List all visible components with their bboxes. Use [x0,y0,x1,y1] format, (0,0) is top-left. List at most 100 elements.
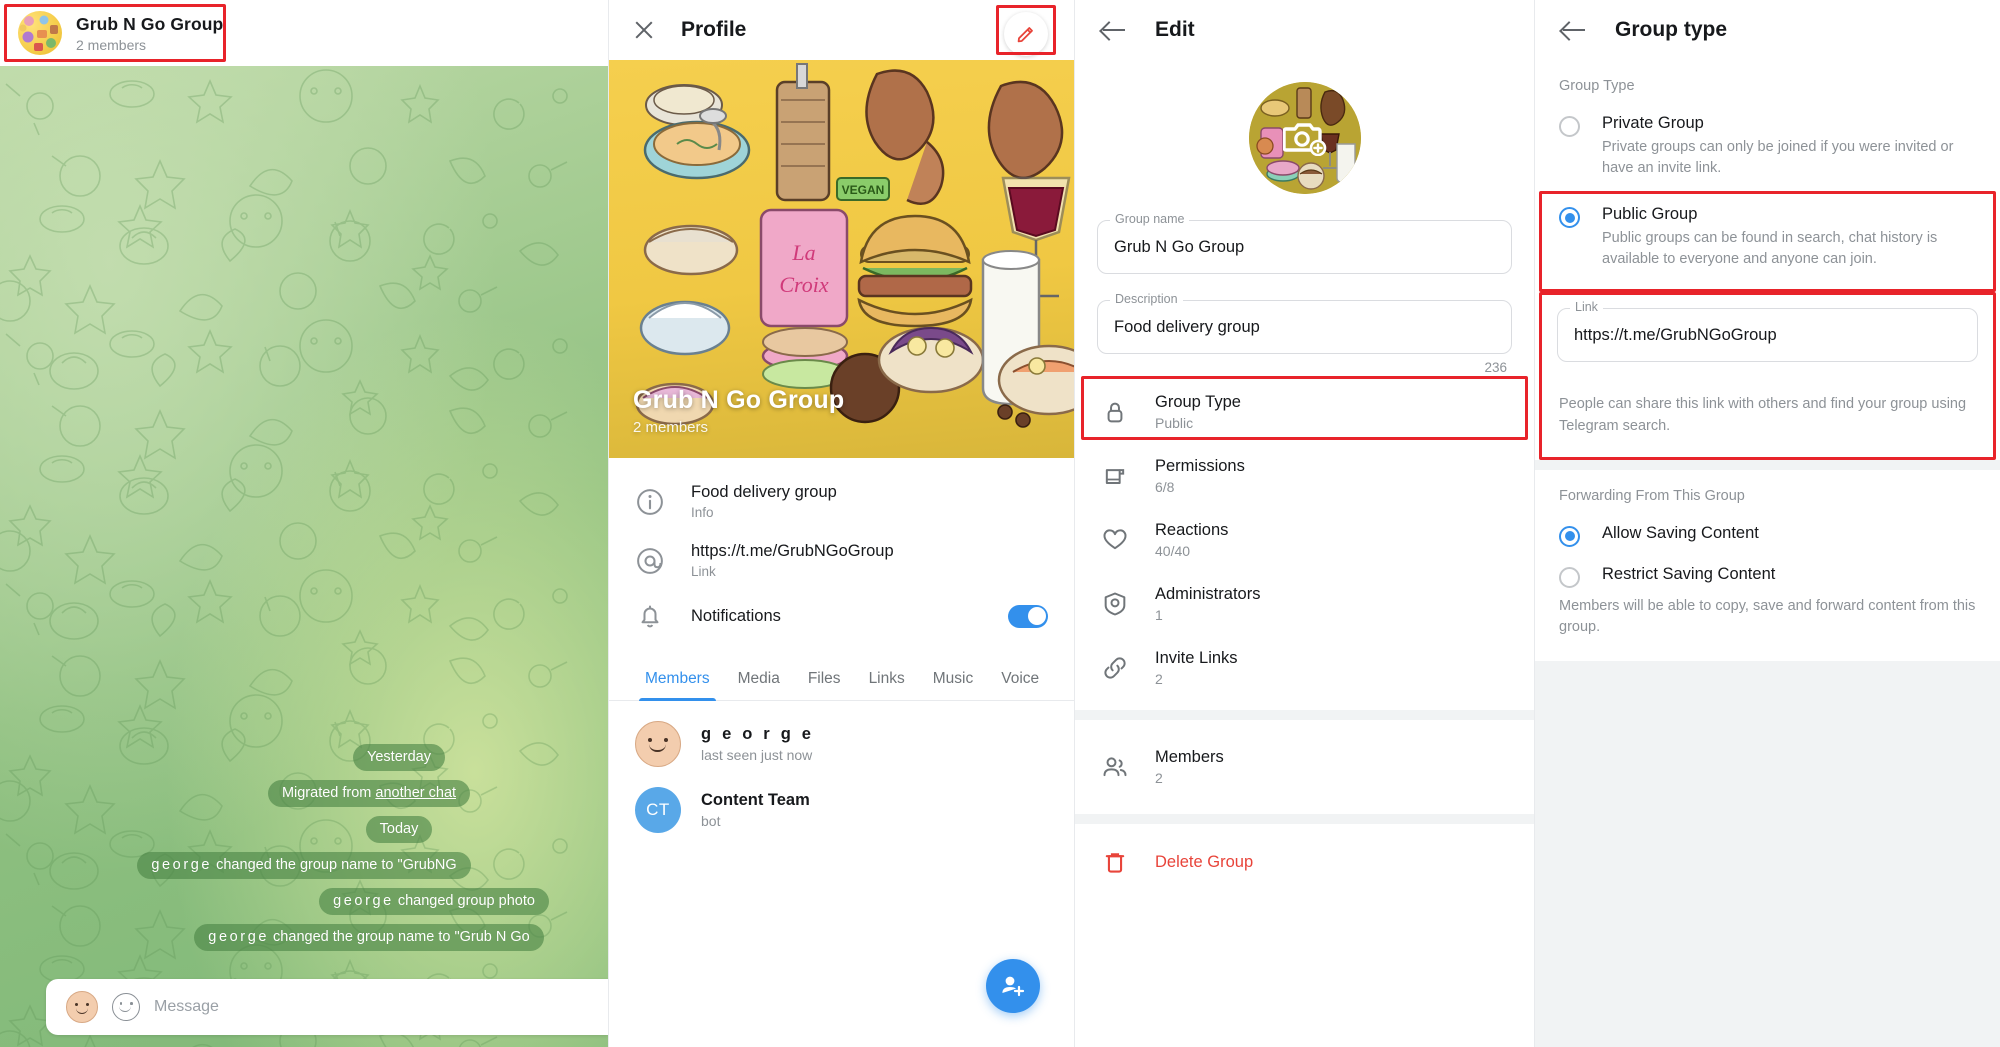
service-message-name-change-1: george changed the group name to "GrubNG [137,852,471,879]
list-item[interactable]: g e o r g e last seen just now [609,711,1074,777]
edit-row-invite-links[interactable]: Invite Links 2 [1075,636,1534,700]
telegram-app-window: Grub N Go Group 2 members Yesterday Migr… [0,0,2000,1047]
tab-voice[interactable]: Voice [987,656,1053,700]
radio-description: Private groups can only be joined if you… [1602,139,1954,177]
bell-icon [641,605,659,628]
notifications-label: Notifications [691,606,781,625]
message-list: Yesterday Migrated from another chat Tod… [0,744,608,951]
message-input[interactable]: Message [154,998,219,1016]
profile-tab-bar: Members Media Files Links Music Voice [609,656,1074,701]
cover-member-count: 2 members [633,419,709,436]
edit-row-group-type-text: Group Type Public [1155,393,1241,431]
info-icon [637,488,663,515]
group-avatar-editor[interactable] [1248,82,1361,194]
profile-link-value: https://t.me/GrubNGoGroup [691,542,894,560]
profile-info-value: Food delivery group [691,483,837,501]
list-item[interactable]: CT Content Team bot [609,777,1074,843]
user-face-avatar[interactable] [66,991,98,1023]
description-label: Description [1110,292,1183,306]
delete-group-button[interactable]: Delete Group [1075,834,1534,890]
profile-row-info[interactable]: Food delivery group Info [609,472,1074,531]
profile-row-notifications-text: Notifications [691,607,982,626]
notifications-toggle[interactable] [1008,604,1048,628]
radio-option-allow-saving[interactable]: Allow Saving Content [1535,516,2000,557]
radio-allow-saving-content[interactable] [1559,525,1580,547]
edit-profile-button[interactable] [1004,12,1048,56]
radio-description: Public groups can be found in search, ch… [1602,230,1938,268]
description-char-counter: 236 [1484,360,1507,375]
heart-icon [1103,529,1127,550]
tab-media[interactable]: Media [724,656,794,700]
pencil-icon [1017,27,1033,43]
profile-panel: Profile La Croix VEGAN Grub N Go Group 2… [608,0,1074,1047]
trash-icon [1105,853,1125,873]
edit-settings-rows: Group Type Public Permissions 6/8 Reacti… [1075,376,1534,700]
back-arrow-icon[interactable] [1561,20,1587,40]
at-icon [637,547,663,574]
cover-text-overlay: Grub N Go Group 2 members [633,386,844,436]
radio-title: Public Group [1602,205,1698,224]
group-type-section-label: Group Type [1559,78,1635,94]
chat-panel: Grub N Go Group 2 members Yesterday Migr… [0,0,608,1047]
member-text: Content Team bot [701,791,810,829]
edit-row-administrators[interactable]: Administrators 1 [1075,572,1534,636]
add-member-icon [1002,976,1025,997]
group-name-label: Group name [1110,212,1190,226]
radio-private-text: Private Group Private groups can only be… [1602,114,1976,179]
add-member-button[interactable] [986,959,1040,1013]
profile-row-info-text: Food delivery group Info [691,483,1048,520]
radio-title: Private Group [1602,114,1704,132]
group-name-field[interactable]: Group name Grub N Go Group [1097,212,1512,274]
description-input[interactable]: Food delivery group [1114,318,1260,337]
group-photo-avatar[interactable] [18,11,62,55]
tab-music[interactable]: Music [919,656,987,700]
link-field-wrap: Link https://t.me/GrubNGoGroup [1535,288,2000,376]
member-name: g e o r g e [701,725,815,743]
member-text: g e o r g e last seen just now [701,725,814,763]
radio-option-public-group[interactable]: Public Group Public groups can be found … [1535,197,2000,288]
edit-row-invite-links-text: Invite Links 2 [1155,649,1238,687]
profile-cover-photo[interactable]: La Croix VEGAN Grub N Go Group 2 members [609,60,1074,458]
group-type-panel: Group type Group Type Private Group Priv… [1534,0,2000,1047]
edit-row-group-type[interactable]: Group Type Public [1075,380,1534,444]
radio-option-private-group[interactable]: Private Group Private groups can only be… [1535,106,2000,197]
link-field[interactable]: Link https://t.me/GrubNGoGroup [1557,300,1978,363]
group-name-input[interactable]: Grub N Go Group [1114,238,1244,257]
chat-header-text: Grub N Go Group 2 members [76,14,223,53]
edit-title: Edit [1155,18,1195,41]
chat-header[interactable]: Grub N Go Group 2 members [0,0,608,66]
tab-links[interactable]: Links [855,656,919,700]
edit-row-members[interactable]: Members 2 [1075,730,1534,804]
edit-row-reactions[interactable]: Reactions 40/40 [1075,508,1534,572]
radio-public-group[interactable] [1559,207,1580,229]
edit-header: Edit [1075,0,1534,60]
close-icon[interactable] [633,19,655,41]
link-input[interactable]: https://t.me/GrubNGoGroup [1574,326,1777,345]
cover-group-name: Grub N Go Group [633,386,845,414]
member-status: bot [701,813,721,829]
back-arrow-icon[interactable] [1101,20,1127,40]
radio-private-group[interactable] [1559,116,1580,137]
message-composer[interactable]: Message [46,979,608,1035]
avatar [635,721,681,767]
section-divider [1075,710,1534,720]
camera-plus-icon [1282,123,1326,156]
description-field[interactable]: Description Food delivery group 236 [1097,292,1512,375]
profile-info-rows: Food delivery group Info https://t.me/Gr… [609,458,1074,648]
radio-option-restrict-saving[interactable]: Restrict Saving Content [1535,557,2000,594]
edit-row-value: 2 [1155,671,1163,687]
chat-message-area: Yesterday Migrated from another chat Tod… [0,66,608,1047]
public-group-wrapper: Public Group Public groups can be found … [1535,191,2000,293]
delete-group-label: Delete Group [1155,852,1254,871]
tab-files[interactable]: Files [794,656,855,700]
link-label: Link [1570,300,1603,315]
tab-members[interactable]: Members [631,656,724,701]
smiley-icon[interactable] [112,993,140,1021]
chat-member-count: 2 members [76,36,147,53]
edit-row-permissions[interactable]: Permissions 6/8 [1075,444,1534,508]
edit-row-title: Invite Links [1155,649,1238,667]
profile-row-link[interactable]: https://t.me/GrubNGoGroup Link [609,531,1074,590]
profile-row-notifications[interactable]: Notifications [609,590,1074,642]
link-section-wrapper: Link https://t.me/GrubNGoGroup People ca… [1535,288,2000,460]
radio-restrict-saving-content[interactable] [1559,566,1580,588]
